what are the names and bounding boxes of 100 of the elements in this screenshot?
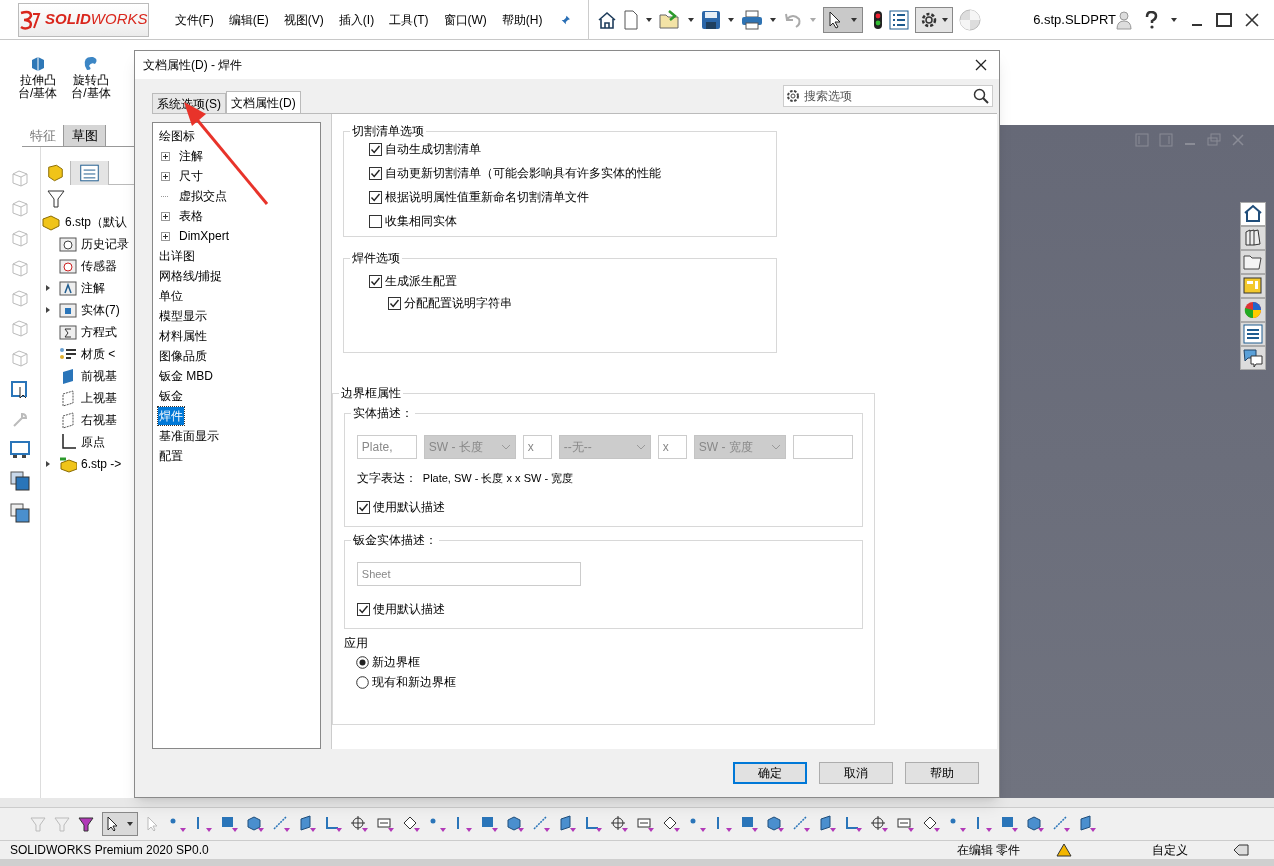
checkbox-label[interactable]: 收集相同实体: [384, 212, 457, 230]
checkbox-label[interactable]: 使用默认描述: [372, 600, 445, 618]
target-icon[interactable]: [350, 815, 368, 833]
dialog-button[interactable]: 帮助: [905, 761, 979, 784]
user-icon[interactable]: [1116, 9, 1132, 30]
print-icon[interactable]: [741, 9, 764, 30]
face-icon[interactable]: [740, 815, 758, 833]
face-icon[interactable]: [220, 815, 238, 833]
options-button[interactable]: [915, 6, 954, 33]
radio-button[interactable]: [355, 675, 369, 689]
target-icon[interactable]: [610, 815, 628, 833]
tree-item[interactable]: 模型显示: [158, 307, 208, 325]
dropdown-caret-icon[interactable]: [687, 15, 696, 24]
checkbox[interactable]: [368, 142, 382, 156]
checkbox[interactable]: [368, 214, 382, 228]
command-label[interactable]: 台/基体: [71, 87, 111, 100]
edge-icon[interactable]: [714, 815, 732, 833]
menu-item[interactable]: 插入(I): [338, 10, 375, 29]
checkbox-label[interactable]: 生成派生配置: [384, 272, 457, 290]
tree-item[interactable]: 配置: [158, 447, 184, 465]
dropdown-caret-icon[interactable]: [1170, 15, 1178, 24]
tree-item[interactable]: 焊件: [158, 407, 184, 425]
dialog-tab[interactable]: 文档属性(D): [226, 91, 301, 113]
face-icon[interactable]: [480, 815, 498, 833]
cube-icon[interactable]: [246, 815, 264, 833]
tree-item[interactable]: 尺寸: [178, 167, 204, 185]
tag-icon[interactable]: [922, 815, 940, 833]
edge-icon[interactable]: [974, 815, 992, 833]
checkbox[interactable]: [356, 602, 370, 616]
expand-plus-icon[interactable]: [161, 151, 170, 161]
tile-left-icon[interactable]: [1135, 133, 1149, 147]
open-folder-icon[interactable]: [659, 9, 682, 30]
tree-item[interactable]: 基准面显示: [158, 427, 220, 445]
warning-icon[interactable]: [1056, 843, 1072, 857]
tree-item[interactable]: 材料属性: [158, 327, 208, 345]
cube-icon[interactable]: [1026, 815, 1044, 833]
checkbox[interactable]: [368, 190, 382, 204]
windows-icon[interactable]: [10, 503, 30, 523]
tree-item[interactable]: 传感器: [81, 257, 117, 275]
expand-plus-icon[interactable]: [161, 231, 170, 241]
customize-menu[interactable]: 自定义: [1152, 841, 1188, 859]
line-icon[interactable]: [1052, 815, 1070, 833]
cube-icon[interactable]: [766, 815, 784, 833]
tree-item[interactable]: 注解: [81, 279, 105, 297]
dropdown-caret-icon[interactable]: [727, 15, 736, 24]
tree-item[interactable]: 网格线/捕捉: [158, 267, 224, 285]
property-tab-icon[interactable]: [71, 161, 109, 185]
menu-item[interactable]: 工具(T): [389, 10, 429, 29]
task-pane-tab[interactable]: [1240, 274, 1266, 298]
command-label[interactable]: 台/基体: [18, 87, 58, 100]
menu-item[interactable]: 帮助(H): [501, 10, 543, 29]
help-icon[interactable]: [1144, 10, 1158, 29]
tree-item[interactable]: 注解: [178, 147, 204, 165]
plane-icon[interactable]: [298, 815, 316, 833]
tree-item[interactable]: 钣金 MBD: [158, 367, 214, 385]
expand-arrow-icon[interactable]: [45, 460, 51, 468]
tree-item[interactable]: 上视基: [81, 389, 117, 407]
sketch-pointer-icon[interactable]: [10, 379, 30, 399]
filter-icon[interactable]: [47, 189, 65, 209]
tree-item[interactable]: 右视基: [81, 411, 117, 429]
radio-button[interactable]: [355, 655, 369, 669]
dialog-button[interactable]: 取消: [819, 761, 893, 784]
checkbox-label[interactable]: 分配配置说明字符串: [403, 294, 512, 312]
menu-item[interactable]: 窗口(W): [443, 10, 487, 29]
windows-icon[interactable]: [10, 471, 30, 491]
tree-item[interactable]: 历史记录: [81, 235, 129, 253]
close-icon[interactable]: [1244, 11, 1260, 28]
tree-item[interactable]: 表格: [178, 207, 204, 225]
face-icon[interactable]: [1000, 815, 1018, 833]
tag-icon[interactable]: [1232, 843, 1250, 857]
dimension-icon[interactable]: [636, 815, 654, 833]
plane-icon[interactable]: [818, 815, 836, 833]
dropdown-caret-icon[interactable]: [769, 15, 778, 24]
menu-item[interactable]: 视图(V): [283, 10, 324, 29]
tree-item[interactable]: 钣金: [158, 387, 184, 405]
checkbox[interactable]: [368, 274, 382, 288]
task-pane-tab[interactable]: [1240, 322, 1266, 346]
radio-label[interactable]: 新边界框: [371, 653, 420, 671]
menu-item[interactable]: 文件(F): [174, 10, 214, 29]
task-pane-tab[interactable]: [1240, 226, 1266, 250]
corner-icon[interactable]: [844, 815, 862, 833]
checkbox-label[interactable]: 自动生成切割清单: [384, 140, 481, 158]
tree-item[interactable]: 实体(7): [81, 301, 120, 319]
tree-item[interactable]: 原点: [81, 433, 105, 451]
screen-icon[interactable]: [10, 441, 30, 459]
menu-item[interactable]: 编辑(E): [228, 10, 269, 29]
edge-icon[interactable]: [454, 815, 472, 833]
checkbox[interactable]: [368, 166, 382, 180]
radio-label[interactable]: 现有和新边界框: [371, 673, 456, 691]
dimension-icon[interactable]: [896, 815, 914, 833]
task-pane-tab[interactable]: [1240, 346, 1266, 370]
close-icon[interactable]: [975, 59, 987, 71]
tree-item[interactable]: 虚拟交点: [178, 187, 228, 205]
corner-icon[interactable]: [324, 815, 342, 833]
plane-icon[interactable]: [558, 815, 576, 833]
tree-item[interactable]: 6.stp（默认: [65, 213, 127, 231]
tag-icon[interactable]: [402, 815, 420, 833]
select-button[interactable]: [823, 6, 864, 33]
command-label[interactable]: 拉伸凸: [19, 74, 56, 87]
dimension-icon[interactable]: [376, 815, 394, 833]
